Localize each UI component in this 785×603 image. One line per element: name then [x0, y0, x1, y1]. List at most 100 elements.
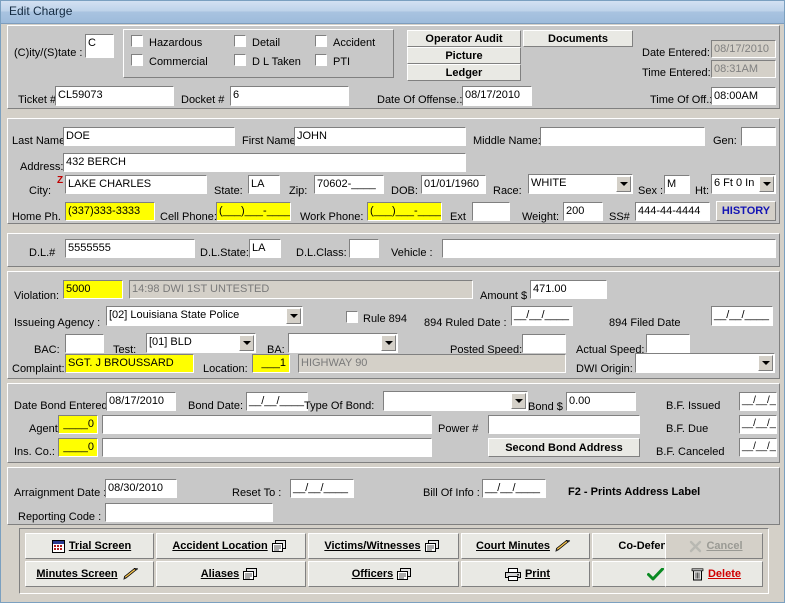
- race-combo[interactable]: WHITE: [528, 174, 633, 194]
- second-bond-address-button[interactable]: Second Bond Address: [488, 438, 640, 457]
- chevron-down-icon[interactable]: [511, 393, 526, 409]
- reset-to-field[interactable]: __/__/____: [290, 479, 354, 498]
- issuing-agency-combo[interactable]: [02] Louisiana State Police: [106, 306, 303, 326]
- victims-witnesses-button[interactable]: Victims/Witnesses: [308, 533, 459, 559]
- dl-number-field[interactable]: 5555555: [65, 239, 195, 258]
- weight-field[interactable]: 200: [563, 202, 603, 221]
- chevron-down-icon[interactable]: [286, 308, 301, 324]
- checkbox-commercial-label: Commercial: [149, 56, 208, 68]
- bond-amount-field[interactable]: 0.00: [566, 392, 636, 411]
- type-of-bond-combo[interactable]: [383, 391, 528, 411]
- vehicle-field[interactable]: [442, 239, 776, 258]
- reporting-code-field[interactable]: [105, 503, 273, 522]
- checkbox-detail[interactable]: [234, 35, 246, 47]
- chevron-down-icon[interactable]: [381, 335, 396, 351]
- middle-name-field[interactable]: [540, 127, 705, 146]
- zip-field[interactable]: 70602-____: [314, 175, 384, 194]
- ticket-field[interactable]: CL59073: [55, 86, 174, 106]
- officers-button[interactable]: Officers: [308, 561, 459, 587]
- sex-field[interactable]: M: [664, 175, 690, 194]
- operator-audit-button[interactable]: Operator Audit: [407, 30, 521, 47]
- delete-button[interactable]: Delete: [665, 561, 763, 587]
- accident-location-label: Accident Location: [172, 540, 268, 552]
- address-field[interactable]: 432 BERCH: [63, 153, 466, 172]
- cell-phone-field[interactable]: (___)___-____: [216, 202, 291, 221]
- bf-issued-field[interactable]: __/__/____: [739, 392, 777, 411]
- checkbox-detail-label: Detail: [252, 37, 281, 49]
- minutes-screen-button[interactable]: Minutes Screen: [25, 561, 154, 587]
- complaint-field[interactable]: SGT. J BROUSSARD: [65, 354, 194, 373]
- history-button[interactable]: HISTORY: [716, 201, 776, 221]
- dl-state-field[interactable]: LA: [249, 239, 281, 258]
- city-state-field[interactable]: C: [85, 34, 114, 58]
- ext-field[interactable]: [472, 202, 510, 221]
- picture-button[interactable]: Picture: [407, 47, 521, 64]
- print-button[interactable]: Print: [461, 561, 590, 587]
- aliases-button[interactable]: Aliases: [156, 561, 306, 587]
- checkbox-commercial[interactable]: [131, 54, 143, 66]
- power-number-field[interactable]: [488, 415, 640, 434]
- accident-location-button[interactable]: Accident Location: [156, 533, 306, 559]
- court-minutes-button[interactable]: Court Minutes: [461, 533, 590, 559]
- work-phone-field[interactable]: (___)___-____: [367, 202, 442, 221]
- ins-co-code-field[interactable]: ____0: [58, 438, 98, 457]
- printer-icon: [504, 567, 521, 581]
- chevron-down-icon[interactable]: [759, 176, 774, 192]
- time-of-off-field[interactable]: 08:00AM: [711, 87, 776, 105]
- location-code-field[interactable]: ___1: [252, 354, 290, 373]
- agent-name-field[interactable]: [102, 415, 432, 434]
- docket-field[interactable]: 6: [230, 86, 349, 106]
- bond-date-field[interactable]: __/__/____: [246, 392, 308, 411]
- checkbox-pti[interactable]: [315, 54, 327, 66]
- dwi-origin-combo[interactable]: [635, 353, 775, 373]
- race-value: WHITE: [531, 177, 567, 189]
- bf-canceled-field[interactable]: __/__/____: [739, 438, 777, 457]
- ssn-field[interactable]: 444-44-4444: [635, 202, 710, 221]
- dl-state-label: D.L.State:: [200, 247, 249, 259]
- time-entered-label: Time Entered:: [642, 67, 711, 79]
- home-phone-field[interactable]: (337)333-3333: [65, 202, 155, 221]
- bill-of-info-field[interactable]: __/__/____: [482, 479, 546, 498]
- bf-canceled-label: B.F. Canceled: [656, 446, 725, 458]
- ins-co-name-field[interactable]: [102, 438, 432, 457]
- agent-code-field[interactable]: ____0: [58, 415, 98, 434]
- chevron-down-icon[interactable]: [758, 355, 773, 371]
- gen-field[interactable]: [741, 127, 776, 146]
- pencil-icon: [122, 567, 139, 581]
- first-name-field[interactable]: JOHN: [294, 127, 466, 146]
- chevron-down-icon[interactable]: [239, 335, 254, 351]
- amount-field[interactable]: 471.00: [530, 280, 607, 299]
- first-name-label: First Name:: [242, 135, 299, 147]
- chevron-down-icon[interactable]: [616, 176, 631, 192]
- ruled-date-field[interactable]: __/__/____: [511, 306, 573, 326]
- state-field[interactable]: LA: [248, 175, 280, 194]
- trial-screen-button[interactable]: Trial Screen: [25, 533, 154, 559]
- checkbox-rule-894[interactable]: [346, 311, 358, 323]
- reporting-code-label: Reporting Code :: [18, 511, 102, 523]
- amount-label: Amount $: [480, 290, 528, 302]
- last-name-field[interactable]: DOE: [63, 127, 235, 146]
- height-combo[interactable]: 6 Ft 0 In: [711, 174, 776, 194]
- dl-class-field[interactable]: [349, 239, 379, 258]
- posted-speed-field[interactable]: [522, 334, 566, 353]
- arraignment-date-field[interactable]: 08/30/2010: [105, 479, 177, 498]
- violation-code-field[interactable]: 5000: [63, 280, 123, 299]
- test-value: [01] BLD: [149, 336, 192, 348]
- checkbox-accident[interactable]: [315, 35, 327, 47]
- documents-button[interactable]: Documents: [523, 30, 633, 47]
- test-combo[interactable]: [01] BLD: [146, 333, 256, 353]
- checkbox-dl-taken[interactable]: [234, 54, 246, 66]
- bac-field[interactable]: [65, 334, 104, 353]
- actual-speed-field[interactable]: [646, 334, 690, 353]
- checkbox-hazardous[interactable]: [131, 35, 143, 47]
- bf-due-field[interactable]: __/__/____: [739, 415, 777, 434]
- reset-to-label: Reset To :: [232, 487, 282, 499]
- city-field[interactable]: LAKE CHARLES: [65, 175, 207, 194]
- dob-field[interactable]: 01/01/1960: [421, 175, 486, 194]
- f2-hint-label: F2 - Prints Address Label: [568, 486, 701, 498]
- date-of-offense-field[interactable]: 08/17/2010: [462, 86, 532, 106]
- date-bond-entered-field[interactable]: 08/17/2010: [106, 392, 176, 411]
- ba-combo[interactable]: [288, 333, 398, 353]
- ledger-button[interactable]: Ledger: [407, 64, 521, 81]
- filed-date-field[interactable]: __/__/____: [711, 306, 773, 326]
